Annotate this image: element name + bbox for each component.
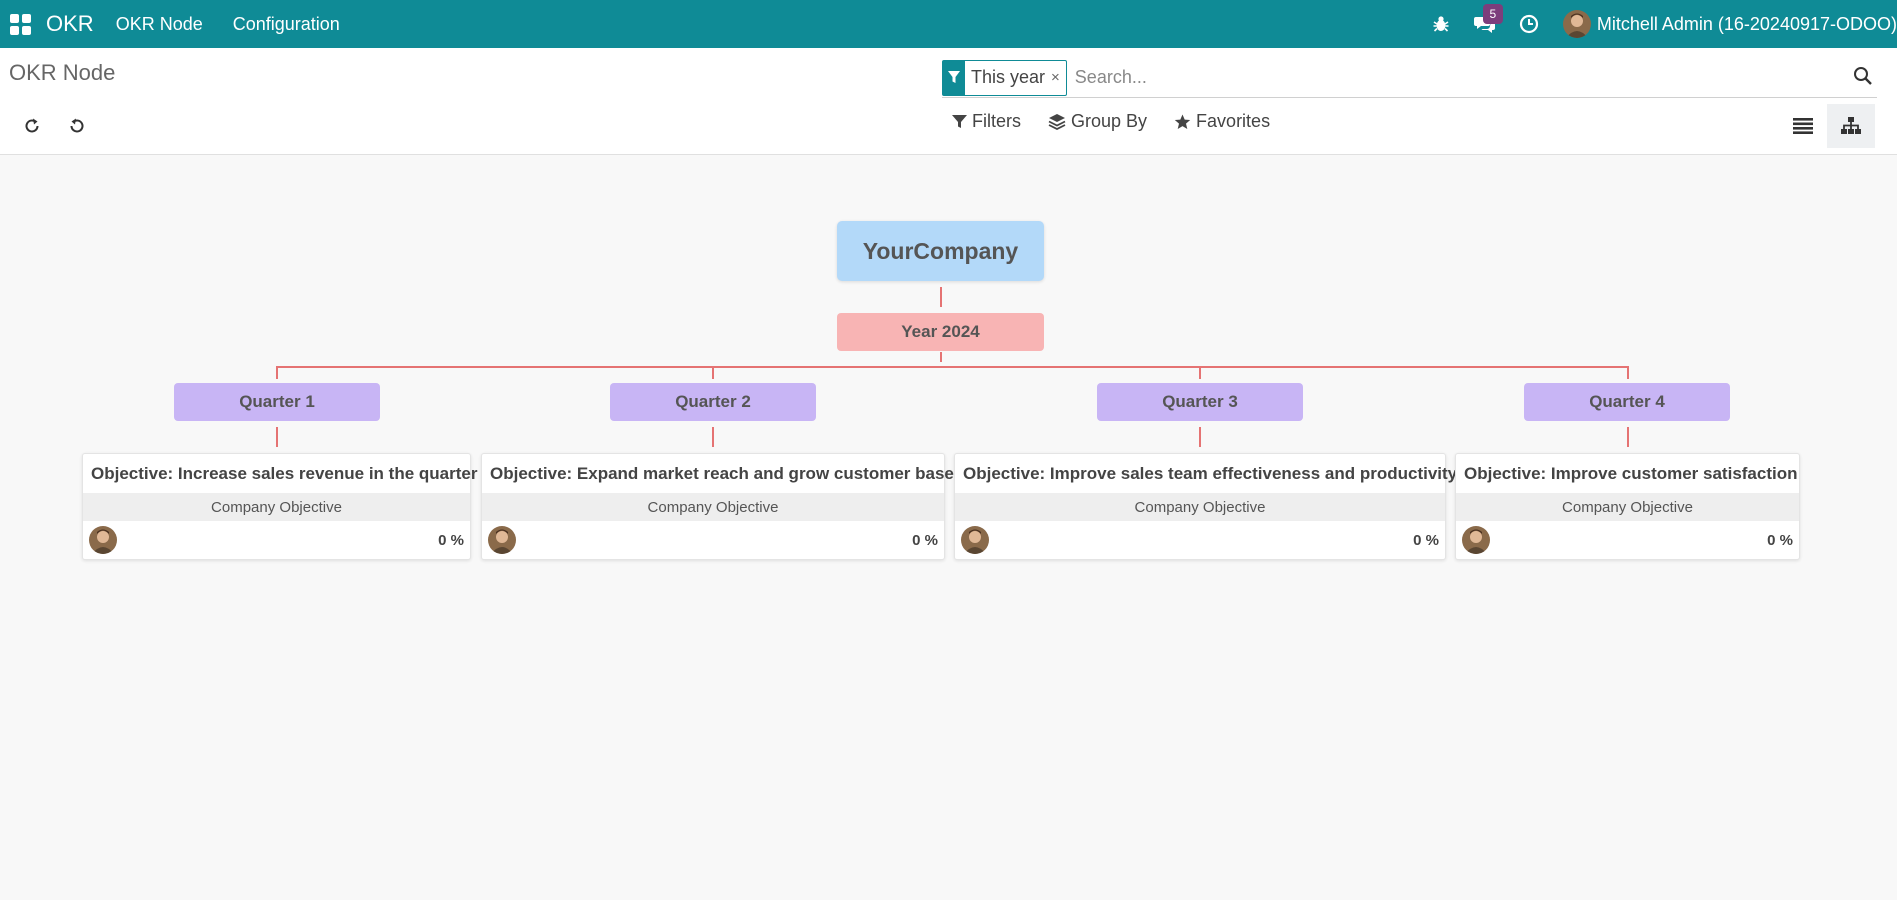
- facet-value: This year: [971, 67, 1046, 87]
- objective-progress: 0 %: [912, 531, 938, 549]
- undo-icon: [70, 118, 84, 133]
- quarter-node-2[interactable]: Quarter 2: [610, 383, 816, 421]
- objective-card[interactable]: Objective: Improve sales team effectiven…: [954, 453, 1458, 560]
- debug-bug-icon[interactable]: [1419, 0, 1463, 48]
- activity-clock-icon[interactable]: [1507, 0, 1551, 48]
- connector-line: [712, 366, 714, 379]
- objective-type: Company Objective: [482, 493, 944, 521]
- objective-footer: 0 %: [1456, 521, 1799, 559]
- control-panel: OKR Node This year × Filters Group By: [0, 48, 1897, 155]
- search-button[interactable]: [1849, 62, 1877, 90]
- favorites-label: Favorites: [1196, 111, 1271, 131]
- favorites-dropdown[interactable]: Favorites: [1174, 111, 1270, 132]
- objective-progress: 0 %: [438, 531, 464, 549]
- objective-card[interactable]: Objective: Improve customer satisfaction…: [1455, 453, 1800, 560]
- user-name: Mitchell Admin (16-20240917-ODOO): [1596, 13, 1897, 34]
- year-node[interactable]: Year 2024: [837, 313, 1044, 351]
- objective-card[interactable]: Objective: Increase sales revenue in the…: [82, 453, 478, 560]
- quarter-node-4[interactable]: Quarter 4: [1524, 383, 1730, 421]
- page-title: OKR Node: [9, 60, 116, 85]
- connector-line: [1627, 366, 1629, 379]
- objective-title: Objective: Expand market reach and grow …: [490, 464, 954, 483]
- owner-avatar: [961, 526, 989, 554]
- filter-facet-icon: [943, 60, 965, 95]
- objective-footer: 0 %: [955, 521, 1445, 559]
- objective-title: Objective: Improve customer satisfaction: [1464, 464, 1798, 483]
- search-options: Filters Group By Favorites: [952, 111, 1270, 132]
- menu-okr-node[interactable]: OKR Node: [116, 14, 203, 35]
- quarter-node-3[interactable]: Quarter 3: [1097, 383, 1303, 421]
- messages-chat-icon[interactable]: 5: [1463, 0, 1507, 48]
- search-input[interactable]: [1074, 67, 1835, 88]
- search-icon: [1854, 67, 1872, 85]
- list-view-button[interactable]: [1779, 104, 1827, 148]
- connector-line: [1199, 427, 1201, 447]
- star-icon: [1174, 114, 1191, 129]
- objective-type: Company Objective: [83, 493, 470, 521]
- objective-type: Company Objective: [1456, 493, 1799, 521]
- owner-avatar: [488, 526, 516, 554]
- objective-progress: 0 %: [1413, 531, 1439, 549]
- sitemap-icon: [1841, 117, 1861, 134]
- user-menu[interactable]: Mitchell Admin (16-20240917-ODOO): [1562, 10, 1897, 38]
- refresh-button[interactable]: [16, 110, 48, 142]
- filter-icon: [952, 115, 967, 128]
- groupby-dropdown[interactable]: Group By: [1048, 111, 1147, 132]
- objective-progress: 0 %: [1767, 531, 1793, 549]
- owner-avatar: [1462, 526, 1490, 554]
- view-switcher: [1779, 104, 1875, 148]
- okr-hierarchy-tree: YourCompany Year 2024 Quarter 1 Quarter …: [0, 156, 1897, 900]
- undo-button[interactable]: [61, 110, 93, 142]
- connector-line: [1199, 366, 1201, 379]
- hierarchy-view-button[interactable]: [1827, 104, 1875, 148]
- owner-avatar: [89, 526, 117, 554]
- groupby-label: Group By: [1071, 111, 1148, 131]
- navbar-systray: 5 Mitchell Admin (16-20240917-ODOO): [1419, 0, 1897, 48]
- connector-line: [276, 427, 278, 447]
- objective-title: Objective: Increase sales revenue in the…: [91, 464, 478, 483]
- connector-line: [940, 287, 942, 307]
- connector-line: [276, 366, 278, 379]
- apps-grid-icon: [9, 13, 31, 35]
- quarter-node-1[interactable]: Quarter 1: [174, 383, 380, 421]
- objective-type: Company Objective: [955, 493, 1445, 521]
- objective-footer: 0 %: [482, 521, 944, 559]
- connector-line: [940, 352, 942, 362]
- objective-footer: 0 %: [83, 521, 470, 559]
- objective-card[interactable]: Objective: Expand market reach and grow …: [481, 453, 954, 560]
- messages-count-badge: 5: [1482, 4, 1503, 24]
- refresh-icon: [25, 118, 39, 133]
- facet-remove-button[interactable]: ×: [1049, 61, 1066, 95]
- apps-menu-button[interactable]: [0, 0, 40, 48]
- search-facet: This year ×: [942, 59, 1067, 96]
- filters-label: Filters: [972, 111, 1021, 131]
- menu-configuration[interactable]: Configuration: [233, 14, 340, 35]
- company-node[interactable]: YourCompany: [837, 221, 1044, 281]
- objective-title: Objective: Improve sales team effectiven…: [963, 464, 1458, 483]
- list-view-icon: [1793, 118, 1813, 134]
- connector-line: [1627, 427, 1629, 447]
- connector-line: [712, 427, 714, 447]
- app-name[interactable]: OKR: [46, 11, 94, 37]
- filters-dropdown[interactable]: Filters: [952, 111, 1021, 132]
- layers-icon: [1048, 114, 1066, 130]
- top-navbar: OKR OKR Node Configuration 5 Mitchell Ad…: [0, 0, 1897, 48]
- user-avatar: [1562, 10, 1591, 38]
- connector-line: [276, 366, 1628, 368]
- search-bar: This year ×: [942, 58, 1877, 98]
